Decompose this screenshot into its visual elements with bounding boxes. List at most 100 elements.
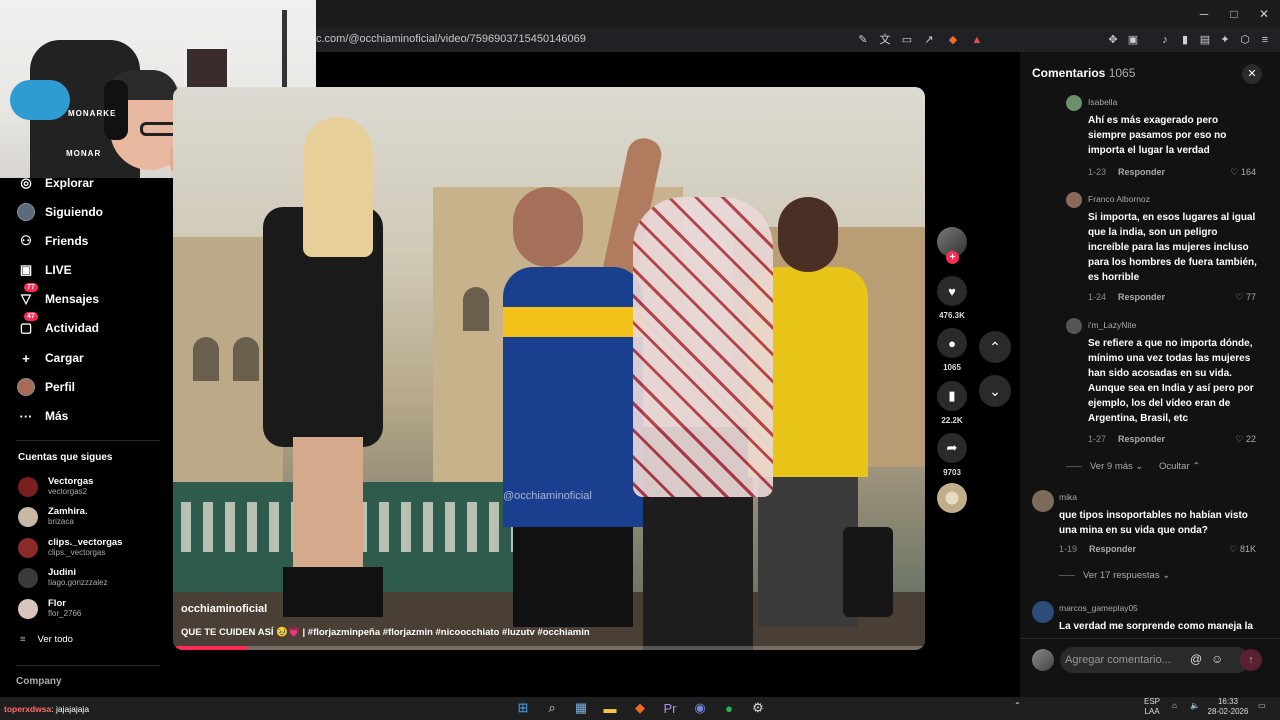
- avatar[interactable]: [1066, 192, 1082, 208]
- sidebar-item-perfil[interactable]: Perfil: [16, 374, 75, 400]
- author-avatar-button[interactable]: +: [933, 225, 971, 265]
- follow-plus-icon[interactable]: +: [946, 251, 959, 264]
- chat-username: toperxdwsa: [4, 704, 52, 714]
- tab-icon[interactable]: ▣: [1126, 33, 1140, 47]
- avatar[interactable]: [1032, 601, 1054, 623]
- followed-account[interactable]: clips._vectorgas clips._vectorgas: [18, 537, 122, 558]
- notification-icon[interactable]: ▭: [1258, 701, 1266, 711]
- comment-author[interactable]: Isabella: [1088, 97, 1117, 107]
- like-button[interactable]: ♥ 476.3K: [933, 276, 971, 320]
- followed-account[interactable]: Vectorgas vectorgas2: [18, 476, 93, 497]
- video-caption[interactable]: QUE TE CUIDEN ASÍ 🥹💗 | #florjazminpeña #…: [181, 627, 590, 638]
- emoji-icon[interactable]: ☺: [1211, 652, 1223, 666]
- company-link[interactable]: Company: [16, 676, 62, 687]
- person-woman: [263, 117, 383, 617]
- screen-icon[interactable]: ▭: [900, 33, 914, 47]
- comment-author[interactable]: mika: [1059, 492, 1077, 502]
- comment-text: Ahí es más exagerado pero siempre pasamo…: [1088, 115, 1227, 156]
- comment-like[interactable]: ♡ 77: [1226, 292, 1256, 303]
- spotify-icon[interactable]: ●: [718, 697, 740, 719]
- share-button[interactable]: ➦ 9703: [933, 433, 971, 477]
- volume-icon[interactable]: 🔈: [1190, 701, 1200, 711]
- clock[interactable]: 16:33 28-02-2026: [1206, 697, 1250, 717]
- brave-shield-icon[interactable]: ◆: [946, 33, 960, 47]
- network-icon[interactable]: ⌂: [1172, 701, 1177, 711]
- chat-text: : jajajajaja: [51, 704, 90, 714]
- reply-button[interactable]: Responder: [1118, 434, 1165, 444]
- brave-browser-icon[interactable]: ◆: [629, 697, 651, 719]
- comment-author[interactable]: Franco Albornoz: [1088, 194, 1150, 204]
- premiere-icon[interactable]: Pr: [659, 697, 681, 719]
- share-icon[interactable]: ↗: [922, 33, 936, 47]
- save-button[interactable]: ▮ 22.2K: [933, 381, 971, 425]
- next-video-button[interactable]: ⌄: [979, 375, 1011, 407]
- file-explorer-icon[interactable]: ▬: [599, 697, 621, 719]
- avatar[interactable]: [1032, 490, 1054, 512]
- hide-replies-button[interactable]: Ocultar ⌃: [1159, 461, 1200, 472]
- followed-account[interactable]: Judini tiago.gonzzzalez: [18, 567, 108, 588]
- guitar-neck: [282, 10, 287, 90]
- avatar[interactable]: [1066, 318, 1082, 334]
- account-username: clips._vectorgas: [48, 548, 106, 557]
- discord-icon[interactable]: ◉: [689, 697, 711, 719]
- sidebar-item-mensajes[interactable]: ▽ 77 Mensajes: [16, 283, 99, 312]
- comment-author[interactable]: marcos_gameplay05: [1059, 603, 1138, 613]
- tray-chevron-icon[interactable]: ⌃: [1014, 701, 1021, 711]
- following-avatar-icon: [16, 202, 36, 222]
- music-disc-icon[interactable]: [937, 483, 967, 513]
- extensions-icon[interactable]: ✥: [1106, 33, 1120, 47]
- ai-icon[interactable]: ✦: [1218, 33, 1232, 47]
- sidebar-item-friends[interactable]: ⚇ Friends: [16, 228, 88, 254]
- translate-icon[interactable]: 文: [878, 33, 892, 47]
- comment-like[interactable]: ♡ 22: [1226, 434, 1256, 445]
- vpn-icon[interactable]: ⬡: [1238, 33, 1252, 47]
- video-author-name[interactable]: occhiaminoficial: [181, 603, 267, 615]
- reply-button[interactable]: Responder: [1118, 292, 1165, 302]
- menu-icon[interactable]: ≡: [1258, 33, 1272, 47]
- video-progress-fill: [173, 646, 249, 650]
- rewards-icon[interactable]: ▲: [970, 33, 984, 47]
- sidebar-item-actividad[interactable]: ▢ 47 Actividad: [16, 312, 99, 341]
- sidebar-item-mas[interactable]: ··· Más: [16, 403, 69, 429]
- sidebar-item-siguiendo[interactable]: Siguiendo: [16, 199, 103, 225]
- language-indicator[interactable]: ESP LAA: [1140, 697, 1164, 717]
- more-icon: ···: [19, 408, 33, 424]
- maximize-button[interactable]: □: [1224, 6, 1244, 22]
- previous-video-button[interactable]: ⌃: [979, 331, 1011, 363]
- minimize-button[interactable]: ─: [1194, 6, 1214, 22]
- music-icon[interactable]: ♪: [1158, 33, 1172, 47]
- reply-button[interactable]: Responder: [1089, 544, 1136, 554]
- close-window-button[interactable]: ✕: [1254, 6, 1274, 22]
- friends-icon: ⚇: [20, 233, 32, 248]
- search-icon[interactable]: ⌕: [541, 697, 563, 719]
- account-name: clips._vectorgas: [48, 537, 123, 548]
- sidebar-icon[interactable]: ▮: [1178, 33, 1192, 47]
- followed-account[interactable]: Zamhira. brizaca: [18, 506, 88, 527]
- comment-author[interactable]: i'm_LazyNite: [1088, 320, 1136, 330]
- close-comments-button[interactable]: ✕: [1242, 64, 1262, 84]
- save-count: 22.2K: [941, 416, 963, 425]
- comment-button[interactable]: ● 1065: [933, 328, 971, 372]
- widgets-icon[interactable]: ▦: [570, 697, 592, 719]
- settings-icon[interactable]: ⚙: [747, 697, 769, 719]
- no-script-icon[interactable]: ✎: [856, 33, 870, 47]
- mention-icon[interactable]: @: [1190, 652, 1202, 666]
- sidebar-item-live[interactable]: ▣ LIVE: [16, 257, 72, 283]
- avatar[interactable]: [1066, 95, 1082, 111]
- like-count: 476.3K: [939, 311, 965, 320]
- video-progress-bar[interactable]: [173, 646, 925, 650]
- see-all-link[interactable]: ≡ Ver todo: [20, 634, 73, 645]
- comment-like[interactable]: ♡ 164: [1226, 167, 1256, 178]
- sidebar-item-cargar[interactable]: + Cargar: [16, 345, 83, 371]
- sidebar-item-label: Siguiendo: [45, 205, 103, 219]
- reply-button[interactable]: Responder: [1118, 167, 1165, 177]
- followed-account[interactable]: Flor flor_2766: [18, 598, 81, 619]
- view-replies-button[interactable]: Ver 17 respuestas ⌄: [1059, 570, 1170, 581]
- video-player[interactable]: @occhiaminoficial occhiaminoficial QUE T…: [173, 87, 925, 650]
- wallet-icon[interactable]: ▤: [1198, 33, 1212, 47]
- url-text[interactable]: c.com/@occhiaminoficial/video/7596903715…: [316, 33, 586, 45]
- windows-start-icon[interactable]: ⊞: [512, 697, 534, 719]
- view-more-replies-button[interactable]: Ver 9 más ⌄: [1066, 461, 1143, 472]
- comment-like[interactable]: ♡ 81K: [1222, 544, 1256, 555]
- send-comment-button[interactable]: ↑: [1240, 649, 1262, 671]
